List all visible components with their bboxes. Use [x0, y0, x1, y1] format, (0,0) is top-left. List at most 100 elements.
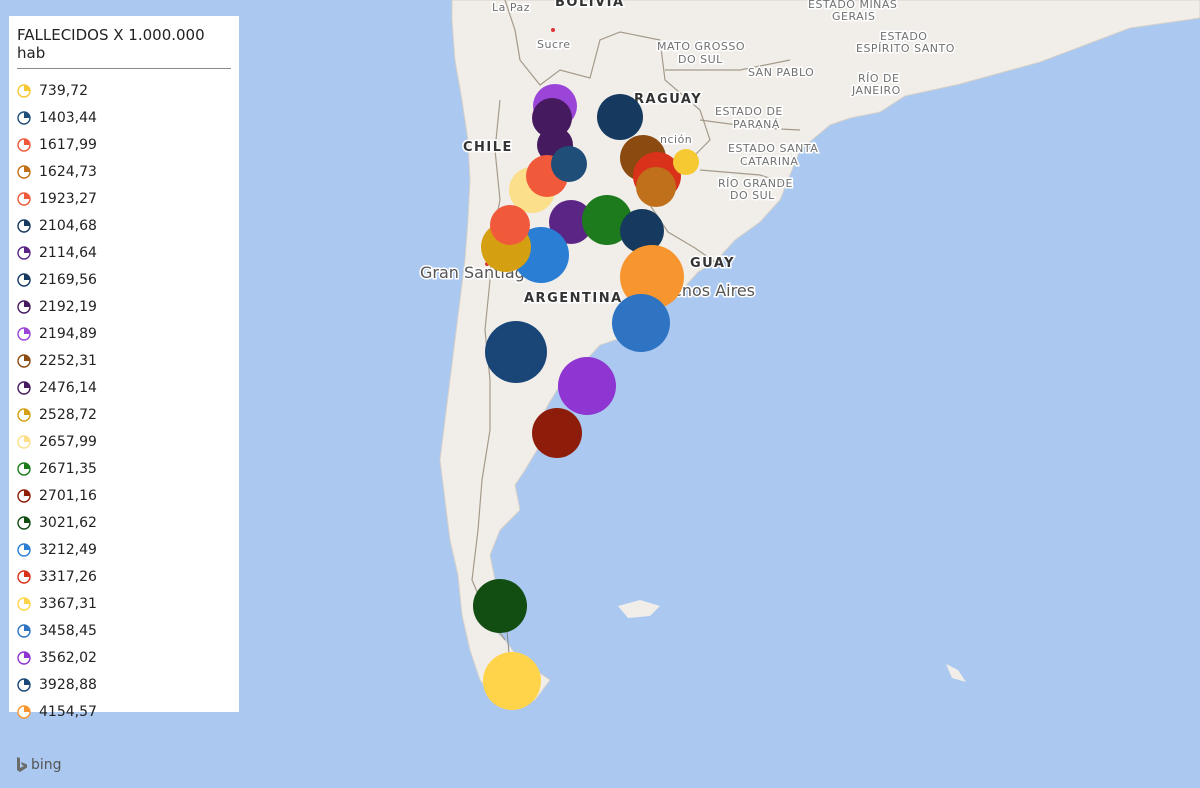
legend-item-label: 3928,88 [39, 676, 97, 693]
georgia-islands [946, 664, 966, 682]
label-rio-2: JANEIRO [851, 84, 901, 97]
legend-item-label: 2104,68 [39, 217, 97, 234]
legend-panel: FALLECIDOS X 1.000.000 hab 739,72 1403,44… [9, 16, 239, 720]
legend-item[interactable]: 3212,49 [17, 536, 231, 563]
label-chile: CHILE [463, 140, 513, 155]
bubble-chubut[interactable]: Chubut: 2701,16 [532, 408, 582, 458]
pie-icon [17, 650, 31, 665]
legend-item-label: 2476,14 [39, 379, 97, 396]
legend-item[interactable]: 2671,35 [17, 455, 231, 482]
label-do-sul: DO SUL [678, 53, 723, 66]
bing-logo-icon [17, 757, 27, 772]
bing-attribution[interactable]: bing [16, 757, 62, 773]
pie-icon [17, 191, 31, 206]
legend-item-label: 3317,26 [39, 568, 97, 585]
label-sc-2: CATARINA [740, 155, 798, 168]
legend-item[interactable]: 3458,45 [17, 617, 231, 644]
bubble-rio-negro[interactable]: Rio Negro: 3562,02 [558, 357, 616, 415]
legend-item[interactable]: 2104,68 [17, 212, 231, 239]
label-rgs-2: DO SUL [730, 189, 775, 202]
label-asuncion: nción [660, 133, 692, 146]
legend-item[interactable]: 2528,72 [17, 401, 231, 428]
legend-item-label: 1617,99 [39, 136, 97, 153]
bubble-neuquen[interactable]: Neuquen: 3928,88 [485, 321, 547, 383]
legend-item[interactable]: 4154,57 [17, 698, 231, 725]
legend-item-label: 739,72 [39, 82, 88, 99]
pie-icon [17, 461, 31, 476]
bubble-corrientes-2[interactable]: Corrientes-2: 1624,73 [636, 167, 676, 207]
pie-icon [17, 272, 31, 287]
legend-title: FALLECIDOS X 1.000.000 hab [17, 24, 231, 69]
legend-item[interactable]: 739,72 [17, 77, 231, 104]
label-paraguay: RAGUAY [634, 92, 702, 107]
pie-icon [17, 677, 31, 692]
legend-item[interactable]: 3021,62 [17, 509, 231, 536]
legend-item-label: 3367,31 [39, 595, 97, 612]
label-la-paz: La Paz [492, 1, 530, 14]
legend-item[interactable]: 3317,26 [17, 563, 231, 590]
pie-icon [17, 434, 31, 449]
legend-item-label: 2252,31 [39, 352, 97, 369]
bubble-formosa[interactable]: Formosa: 2104,68 [597, 94, 643, 140]
legend-item-label: 3562,02 [39, 649, 97, 666]
label-espirito-2: ESPÍRITO SANTO [856, 42, 955, 55]
pie-icon [17, 299, 31, 314]
bubble-misiones[interactable]: Misiones: 739,72 [673, 149, 699, 175]
legend-item[interactable]: 3562,02 [17, 644, 231, 671]
pie-icon [17, 569, 31, 584]
pie-icon [17, 542, 31, 557]
legend-item-label: 2657,99 [39, 433, 97, 450]
label-argentina: ARGENTINA [524, 291, 623, 306]
legend-item[interactable]: 2169,56 [17, 266, 231, 293]
legend-item[interactable]: 2476,14 [17, 374, 231, 401]
label-buenos-aires: enos Aires [672, 281, 755, 300]
legend-item-label: 3021,62 [39, 514, 97, 531]
label-sc-1: ESTADO SANTA [728, 142, 818, 155]
legend-item[interactable]: 1617,99 [17, 131, 231, 158]
label-sucre: Sucre [537, 38, 571, 51]
legend-item[interactable]: 1403,44 [17, 104, 231, 131]
legend-item-label: 1923,27 [39, 190, 97, 207]
bubble-santiago-del-estero[interactable]: Santiago del Estero: 1403,44 [551, 146, 587, 182]
pie-icon [17, 407, 31, 422]
pie-icon [17, 83, 31, 98]
pie-icon [17, 380, 31, 395]
pie-icon [17, 164, 31, 179]
legend-item-label: 2701,16 [39, 487, 97, 504]
legend-item[interactable]: 2194,89 [17, 320, 231, 347]
legend-item-label: 3212,49 [39, 541, 97, 558]
legend-item[interactable]: 3367,31 [17, 590, 231, 617]
label-parana-2: PARANÁ [733, 118, 780, 131]
legend-item[interactable]: 2701,16 [17, 482, 231, 509]
bubble-buenos-aires[interactable]: Buenos Aires: 3458,45 [612, 294, 670, 352]
legend-item-label: 1624,73 [39, 163, 97, 180]
bing-text: bing [31, 757, 62, 773]
pie-icon [17, 596, 31, 611]
legend-item[interactable]: 2657,99 [17, 428, 231, 455]
pie-icon [17, 488, 31, 503]
legend-item[interactable]: 3928,88 [17, 671, 231, 698]
bubble-la-rioja[interactable]: La Rioja: 1617,99 [490, 205, 530, 245]
label-bolivia: BOLIVIA [555, 0, 625, 10]
bubble-tierra-del-fuego[interactable]: Tierra del Fuego: 3367,31 [483, 652, 541, 710]
legend-item[interactable]: 2192,19 [17, 293, 231, 320]
label-parana-1: ESTADO DE [715, 105, 783, 118]
legend-item[interactable]: 1624,73 [17, 158, 231, 185]
pie-icon [17, 218, 31, 233]
pie-icon [17, 245, 31, 260]
legend-item-label: 2528,72 [39, 406, 97, 423]
pie-icon [17, 353, 31, 368]
pie-icon [17, 137, 31, 152]
label-minas-2: GERAIS [832, 10, 875, 23]
pie-icon [17, 110, 31, 125]
legend-item-label: 3458,45 [39, 622, 97, 639]
malvinas-islands [618, 600, 660, 618]
legend-item[interactable]: 1923,27 [17, 185, 231, 212]
bubble-santa-cruz[interactable]: Santa Cruz: 3021,62 [473, 579, 527, 633]
legend-item-label: 2194,89 [39, 325, 97, 342]
legend-item[interactable]: 2252,31 [17, 347, 231, 374]
legend-item-label: 2169,56 [39, 271, 97, 288]
legend-item-label: 4154,57 [39, 703, 97, 720]
legend-item[interactable]: 2114,64 [17, 239, 231, 266]
pie-icon [17, 704, 31, 719]
